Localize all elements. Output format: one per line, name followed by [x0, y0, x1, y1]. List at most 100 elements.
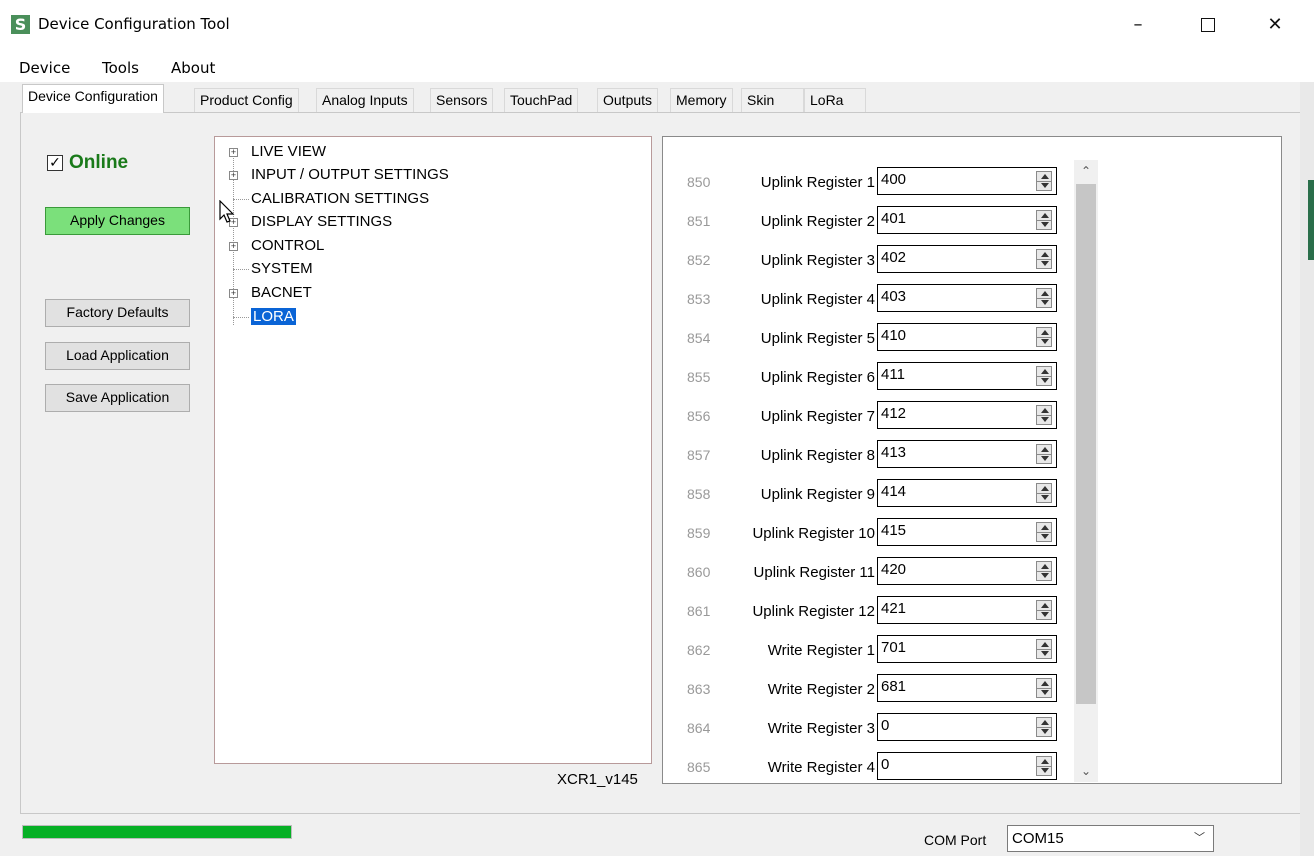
spinner-control[interactable]	[1036, 366, 1052, 386]
tab-skin[interactable]: Skin	[741, 88, 804, 112]
spinner-control[interactable]	[1036, 522, 1052, 542]
scroll-thumb[interactable]	[1076, 184, 1096, 704]
spinner-control[interactable]	[1036, 171, 1052, 191]
register-value-input[interactable]: 412	[877, 401, 1057, 429]
register-value-input[interactable]: 701	[877, 635, 1057, 663]
register-value-input[interactable]: 681	[877, 674, 1057, 702]
background-window-accent	[1308, 180, 1314, 260]
expand-icon[interactable]: +	[229, 171, 238, 180]
register-value-input[interactable]: 0	[877, 713, 1057, 741]
register-scrollbar[interactable]: ⌃ ⌄	[1074, 160, 1098, 782]
online-label: Online	[69, 152, 129, 173]
scroll-up-arrow-icon[interactable]: ⌃	[1074, 160, 1098, 182]
com-port-select[interactable]: COM15 ﹀	[1007, 825, 1214, 852]
scroll-down-arrow-icon[interactable]: ⌄	[1074, 760, 1098, 782]
expand-icon[interactable]: +	[229, 289, 238, 298]
register-row: 856 Uplink Register 7 412	[663, 401, 1103, 433]
close-button[interactable]: ✕	[1252, 8, 1298, 42]
register-number: 864	[687, 720, 711, 736]
register-label: Uplink Register 6	[760, 369, 875, 386]
register-row: 861 Uplink Register 12 421	[663, 596, 1103, 628]
spinner-control[interactable]	[1036, 444, 1052, 464]
register-number: 855	[687, 369, 711, 385]
register-value-input[interactable]: 415	[877, 518, 1057, 546]
register-number: 856	[687, 408, 711, 424]
tab-memory[interactable]: Memory	[670, 88, 733, 112]
spinner-control[interactable]	[1036, 288, 1052, 308]
register-row: 850 Uplink Register 1 400	[663, 167, 1103, 199]
register-value-input[interactable]: 400	[877, 167, 1057, 195]
tab-touchpad[interactable]: TouchPad	[504, 88, 579, 112]
tree-node-input-output-settings[interactable]: INPUT / OUTPUT SETTINGS	[251, 166, 449, 183]
register-row: 853 Uplink Register 4 403	[663, 284, 1103, 316]
factory-defaults-button[interactable]: Factory Defaults	[45, 299, 190, 327]
register-value-input[interactable]: 413	[877, 440, 1057, 468]
register-row: 865 Write Register 40	[663, 752, 1103, 784]
register-value-input[interactable]: 411	[877, 362, 1057, 390]
tree-node-system[interactable]: SYSTEM	[251, 260, 313, 277]
register-value-input[interactable]: 401	[877, 206, 1057, 234]
expand-icon[interactable]: +	[229, 148, 238, 157]
register-number: 858	[687, 486, 711, 502]
save-application-button[interactable]: Save Application	[45, 384, 190, 412]
spinner-control[interactable]	[1036, 756, 1052, 776]
register-number: 850	[687, 174, 711, 190]
register-value-input[interactable]: 421	[877, 596, 1057, 624]
menu-tools[interactable]: Tools	[102, 59, 139, 77]
register-value-input[interactable]: 414	[877, 479, 1057, 507]
spinner-control[interactable]	[1036, 639, 1052, 659]
tab-product-config[interactable]: Product Config	[194, 88, 299, 112]
register-number: 863	[687, 681, 711, 697]
register-label: Uplink Register 1	[760, 174, 875, 191]
register-value-input[interactable]: 410	[877, 323, 1057, 351]
register-row: 852 Uplink Register 3 402	[663, 245, 1103, 277]
spinner-control[interactable]	[1036, 561, 1052, 581]
com-port-label: COM Port	[924, 832, 987, 848]
menu-device[interactable]: Device	[19, 59, 70, 77]
tree-node-calibration-settings[interactable]: CALIBRATION SETTINGS	[251, 190, 429, 207]
spinner-control[interactable]	[1036, 678, 1052, 698]
chevron-down-icon[interactable]: ﹀	[1194, 826, 1205, 851]
register-value-input[interactable]: 402	[877, 245, 1057, 273]
register-value-input[interactable]: 420	[877, 557, 1057, 585]
register-row: 851 Uplink Register 2 401	[663, 206, 1103, 238]
expand-icon[interactable]: +	[229, 242, 238, 251]
maximize-button[interactable]	[1185, 8, 1231, 42]
register-row: 859 Uplink Register 10 415	[663, 518, 1103, 550]
spinner-control[interactable]	[1036, 210, 1052, 230]
tab-lora[interactable]: LoRa	[804, 88, 866, 112]
tree-node-bacnet[interactable]: BACNET	[251, 284, 312, 301]
tab-analog-inputs[interactable]: Analog Inputs	[316, 88, 414, 112]
tree-node-live-view[interactable]: LIVE VIEW	[251, 143, 326, 160]
menu-about[interactable]: About	[171, 59, 215, 77]
tab-device-configuration[interactable]: Device Configuration	[22, 84, 164, 113]
register-number: 852	[687, 252, 711, 268]
progress-fill	[23, 826, 291, 838]
settings-tree[interactable]: + LIVE VIEW + INPUT / OUTPUT SETTINGS CA…	[214, 136, 652, 764]
register-value-input[interactable]: 0	[877, 752, 1057, 780]
tab-sensors[interactable]: Sensors	[430, 88, 494, 112]
app-icon: S	[11, 15, 30, 34]
register-label: Uplink Register 3	[760, 252, 875, 269]
tab-outputs[interactable]: Outputs	[597, 88, 659, 112]
spinner-control[interactable]	[1036, 327, 1052, 347]
tree-node-lora[interactable]: LORA	[251, 308, 296, 325]
register-value-input[interactable]: 403	[877, 284, 1057, 312]
register-number: 860	[687, 564, 711, 580]
register-number: 859	[687, 525, 711, 541]
window-title: Device Configuration Tool	[38, 15, 230, 33]
spinner-control[interactable]	[1036, 405, 1052, 425]
apply-changes-button[interactable]: Apply Changes	[45, 207, 190, 235]
tree-node-display-settings[interactable]: DISPLAY SETTINGS	[251, 213, 392, 230]
minimize-button[interactable]: –	[1115, 8, 1161, 42]
register-row: 858 Uplink Register 9 414	[663, 479, 1103, 511]
tree-node-control[interactable]: CONTROL	[251, 237, 324, 254]
load-application-button[interactable]: Load Application	[45, 342, 190, 370]
spinner-control[interactable]	[1036, 249, 1052, 269]
spinner-control[interactable]	[1036, 600, 1052, 620]
online-checkbox[interactable]: ✓	[47, 155, 63, 171]
spinner-control[interactable]	[1036, 483, 1052, 503]
register-row: 860 Uplink Register 11 420	[663, 557, 1103, 589]
register-label: Uplink Register 11	[753, 564, 875, 581]
spinner-control[interactable]	[1036, 717, 1052, 737]
